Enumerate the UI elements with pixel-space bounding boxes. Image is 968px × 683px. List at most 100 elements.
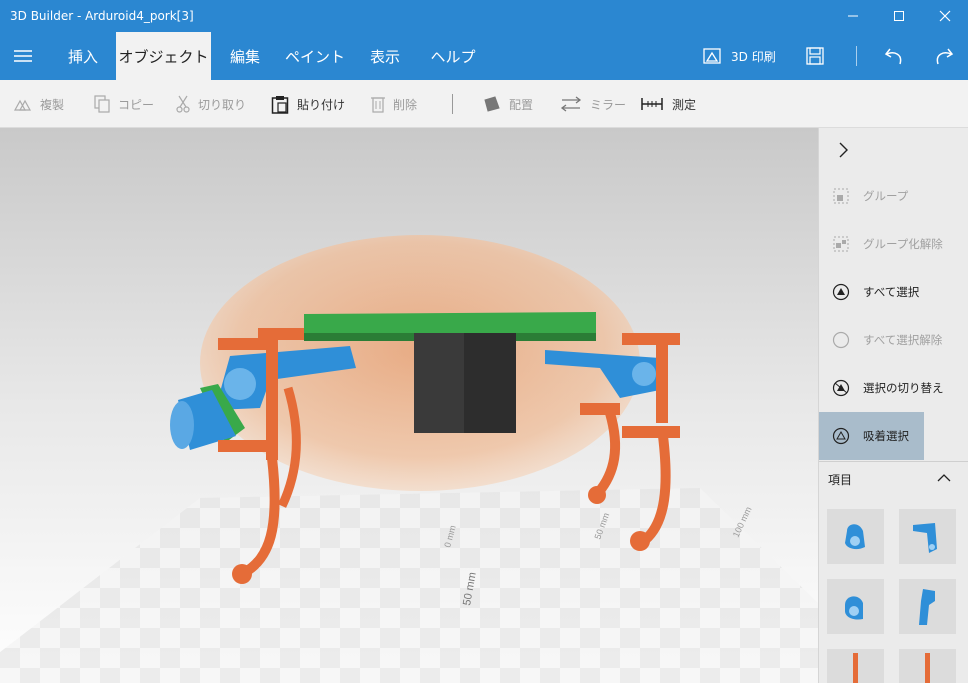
3d-scene[interactable]: 50 mm 0 mm 50 mm 100 mm [0,128,818,683]
right-bracket-bottom [622,426,680,438]
mirror-label: ミラー [590,97,627,112]
measure-button[interactable]: 測定 [640,80,696,128]
item-thumbnail[interactable] [827,579,884,634]
left-front-foot [232,564,252,584]
blue-part-icon [845,596,863,620]
chevron-up-icon [937,474,951,482]
group-button[interactable]: グループ [819,172,968,220]
snap-select-label: 吸着選択 [863,429,909,443]
duplicate-label: 複製 [40,97,65,112]
item-thumbnail[interactable] [899,509,956,564]
3d-print-icon [703,48,721,64]
trash-icon [371,97,385,113]
3d-print-label: 3D 印刷 [731,49,776,64]
items-header-label: 項目 [828,473,853,487]
blue-arm-right-hole [632,362,656,386]
app-window: 3D Builder - Arduroid4_pork[3] 挿入 オブジェクト… [0,0,968,683]
tab-insert[interactable]: 挿入 [56,32,110,80]
group-label: グループ [863,189,909,203]
arrange-button[interactable]: 配置 [483,80,533,128]
save-button[interactable] [805,32,825,80]
duplicate-button[interactable]: 複製 [14,80,64,128]
redo-button[interactable] [932,32,954,80]
side-panel: グループ グループ化解除 すべて選択 すべて選択解除 選択の切り替え 吸着選択 … [818,128,968,683]
3d-viewport[interactable]: 50 mm 0 mm 50 mm 100 mm [0,128,818,683]
paste-icon [271,95,289,114]
paste-button[interactable]: 貼り付け [271,80,345,128]
right-front-foot [630,531,650,551]
minimize-button[interactable] [830,0,876,32]
paste-label: 貼り付け [297,97,346,112]
toolbar-separator [452,94,453,114]
tab-view[interactable]: 表示 [358,32,412,80]
item-thumbnail[interactable] [827,509,884,564]
left-bracket-bottom [218,440,276,452]
orange-part-icon [853,653,858,683]
menu-separator [856,46,857,66]
select-all-label: すべて選択 [863,285,920,299]
chevron-right-icon [839,142,848,158]
tab-object[interactable]: オブジェクト [116,32,211,80]
select-all-icon [832,283,850,301]
undo-icon [884,48,902,65]
undo-button[interactable] [884,32,906,80]
items-section-header[interactable]: 項目 [819,461,968,497]
cut-button[interactable]: 切り取り [176,80,246,128]
orange-part-icon [925,653,930,683]
servo-box-face [414,333,464,433]
deselect-all-button[interactable]: すべて選択解除 [819,316,968,364]
hamburger-icon [14,50,32,62]
right-bracket-mid [580,403,620,415]
item-thumbnail[interactable] [899,579,956,634]
maximize-button[interactable] [876,0,922,32]
tab-help[interactable]: ヘルプ [424,32,482,80]
measure-icon [641,98,663,110]
delete-label: 削除 [393,97,418,112]
object-toolbar: 複製 コピー 切り取り 貼り付け 削除 配置 ミラー 測定 [0,80,968,128]
snout-end [170,401,194,449]
measure-label: 測定 [672,97,697,112]
mirror-icon [560,96,582,112]
tab-paint[interactable]: ペイント [282,32,348,80]
delete-button[interactable]: 削除 [371,80,417,128]
copy-button[interactable]: コピー [94,80,154,128]
save-icon [806,47,824,65]
collapse-panel-button[interactable] [819,128,867,172]
window-title: 3D Builder - Arduroid4_pork[3] [10,9,194,23]
snap-select-button[interactable]: 吸着選択 [819,412,924,460]
item-thumbnail[interactable] [827,649,884,683]
scissors-icon [176,95,190,113]
arrange-label: 配置 [509,97,534,112]
tab-edit[interactable]: 編集 [218,32,272,80]
hamburger-menu-button[interactable] [0,32,46,80]
ungroup-icon [833,236,849,252]
deselect-all-icon [832,331,850,349]
maximize-icon [894,11,904,21]
arrange-icon [484,96,500,112]
ungroup-button[interactable]: グループ化解除 [819,220,968,268]
blue-part-icon [913,523,937,553]
right-bracket-top [622,333,680,345]
close-icon [939,10,951,22]
blue-part-icon [919,589,935,625]
mirror-button[interactable]: ミラー [560,80,626,128]
group-icon [833,188,849,204]
invert-selection-icon [832,379,850,397]
copy-label: コピー [118,97,155,112]
menu-bar: 挿入 オブジェクト 編集 ペイント 表示 ヘルプ 3D 印刷 [0,32,968,80]
close-button[interactable] [922,0,968,32]
invert-selection-label: 選択の切り替え [863,381,944,395]
invert-selection-button[interactable]: 選択の切り替え [819,364,968,412]
copy-icon [94,95,110,113]
right-leg-back-foot [588,486,606,504]
duplicate-icon [14,99,32,111]
3d-print-button[interactable]: 3D 印刷 [702,32,776,80]
blue-part-icon [845,524,865,550]
select-all-button[interactable]: すべて選択 [819,268,968,316]
item-thumbnail[interactable] [899,649,956,683]
ungroup-label: グループ化解除 [863,237,943,251]
cut-label: 切り取り [198,97,247,112]
right-bracket-post [656,333,668,423]
blue-arm-left-hole [224,368,256,400]
left-bracket-upper [258,328,304,340]
